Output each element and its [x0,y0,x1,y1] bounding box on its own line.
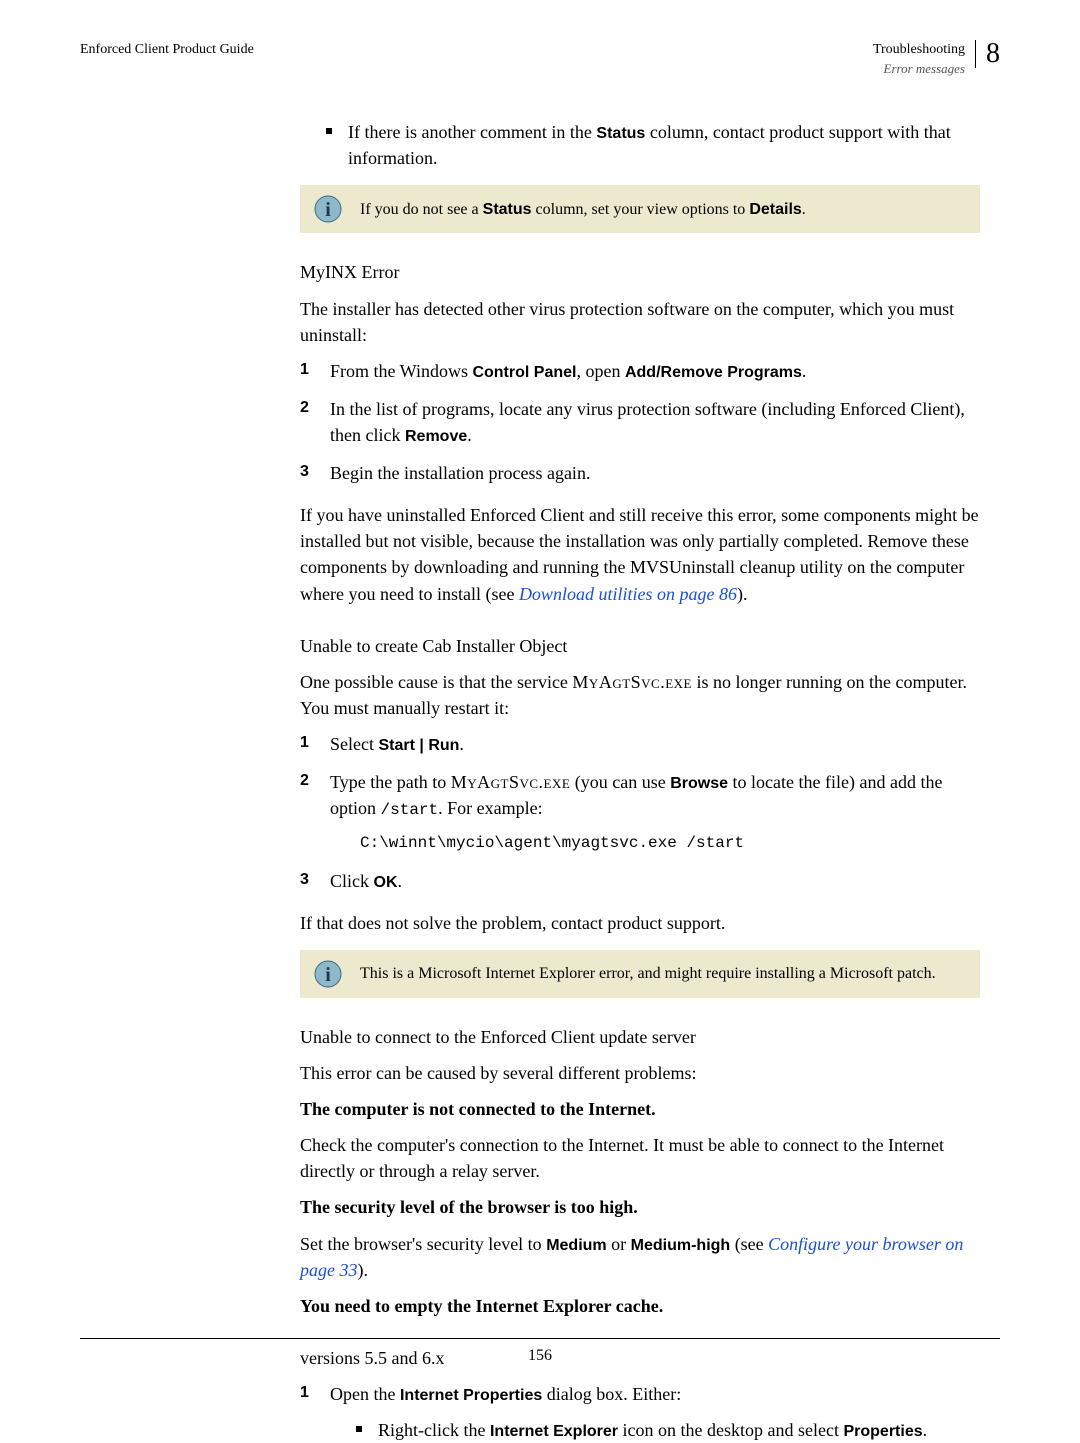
list-item: 1 Select Start | Run. [300,731,980,757]
myinx-heading: MyINX Error [300,259,980,285]
list-item: 3 Begin the installation process again. [300,460,980,486]
code-example: C:\winnt\mycio\agent\myagtsvc.exe /start [360,832,980,855]
header-subsection: Error messages [873,60,965,79]
page: Enforced Client Product Guide Troublesho… [80,40,1000,1337]
list-item: 2 Type the path to MyAgtSvc.exe (you can… [300,769,980,856]
problem1-body: Check the computer's connection to the I… [300,1132,980,1184]
myinx-body: The installer has detected other virus p… [300,296,980,348]
info-icon: i [314,960,342,988]
cache-steps: 1 Open the Internet Properties dialog bo… [300,1381,980,1443]
list-item: If there is another comment in the Statu… [320,119,980,171]
problem2-body: Set the browser's security level to Medi… [300,1231,980,1283]
list-item: 3 Click OK. [300,868,980,894]
cab-heading: Unable to create Cab Installer Object [300,633,980,659]
list-item: 1 From the Windows Control Panel, open A… [300,358,980,384]
info-icon: i [314,195,342,223]
page-number: 156 [0,1344,1080,1367]
download-utilities-link[interactable]: Download utilities on page 86 [519,584,737,604]
problem2-heading: The security level of the browser is too… [300,1194,980,1220]
cab-steps: 1 Select Start | Run. 2 Type the path to… [300,731,980,894]
uninstalled-paragraph: If you have uninstalled Enforced Client … [300,502,980,606]
info-text: If you do not see a Status column, set y… [360,198,806,221]
after-cab: If that does not solve the problem, cont… [300,910,980,936]
info-note-status: i If you do not see a Status column, set… [300,185,980,233]
myinx-steps: 1 From the Windows Control Panel, open A… [300,358,980,487]
connect-body: This error can be caused by several diff… [300,1060,980,1086]
list-item: 1 Open the Internet Properties dialog bo… [300,1381,980,1443]
info-text: This is a Microsoft Internet Explorer er… [360,962,936,985]
sub-bullets: Right-click the Internet Explorer icon o… [350,1417,980,1443]
problem3-heading: You need to empty the Internet Explorer … [300,1293,980,1319]
svg-text:i: i [325,199,331,221]
problem1-heading: The computer is not connected to the Int… [300,1096,980,1122]
svg-text:i: i [325,964,331,986]
info-note-ie: i This is a Microsoft Internet Explorer … [300,950,980,998]
header-section: Troubleshooting [873,40,965,60]
footer-rule [80,1338,1000,1339]
service-name: MyAgtSvc.exe [572,672,692,692]
content: If there is another comment in the Statu… [300,119,980,1443]
list-item: Right-click the Internet Explorer icon o… [350,1417,980,1443]
status-bullet-list: If there is another comment in the Statu… [320,119,980,171]
cab-body: One possible cause is that the service M… [300,669,980,721]
list-item: 2 In the list of programs, locate any vi… [300,396,980,448]
header-right: Troubleshooting Error messages 8 [873,40,1000,79]
page-header: Enforced Client Product Guide Troublesho… [80,40,1000,79]
chapter-number: 8 [975,40,1000,68]
header-left: Enforced Client Product Guide [80,40,254,60]
connect-heading: Unable to connect to the Enforced Client… [300,1024,980,1050]
